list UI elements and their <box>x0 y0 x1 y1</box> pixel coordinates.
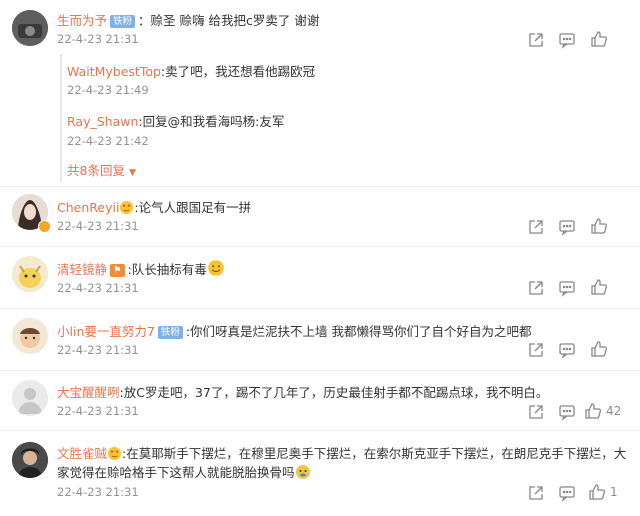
share-icon[interactable] <box>527 218 545 236</box>
share-icon[interactable] <box>527 279 545 297</box>
share-icon[interactable] <box>527 403 545 421</box>
avatar[interactable] <box>12 380 48 416</box>
username[interactable]: 生而为予 <box>57 13 107 28</box>
comment-text: :放C罗走吧，37了，踢不了几年了，历史最佳射手都不配踢点球，我不明白。 <box>119 385 549 400</box>
reply-username[interactable]: WaitMybestTop <box>67 64 161 79</box>
reply-timestamp: 22-4-23 21:42 <box>67 134 149 148</box>
verified-badge-icon <box>38 220 51 233</box>
thumbs-up-icon[interactable] <box>584 402 602 420</box>
username[interactable]: 文胜雀贼 <box>57 446 107 461</box>
like-count: 1 <box>610 485 618 499</box>
avatar[interactable] <box>12 442 48 478</box>
divider <box>0 308 640 309</box>
fan-badge: 铁粉 <box>157 326 183 339</box>
username[interactable]: 大宝醒醒咧 <box>57 385 120 400</box>
comment-text: :你们呀真是烂泥扶不上墙 我都懒得骂你们了自个好自为之吧都 <box>185 324 532 339</box>
thumbs-up-icon[interactable] <box>590 278 608 296</box>
comment-icon[interactable] <box>558 218 576 236</box>
avatar[interactable] <box>12 10 48 46</box>
comment-text: :在莫耶斯手下摆烂，在穆里尼奥手下摆烂，在索尔斯克亚手下摆烂，在朗尼克手下摆烂，… <box>122 446 627 461</box>
comment-line: 文胜雀贼 :在莫耶斯手下摆烂，在穆里尼奥手下摆烂，在索尔斯克亚手下摆烂，在朗尼克手… <box>57 443 626 464</box>
comment-line: 小lin要一直努力7 铁粉:你们呀真是烂泥扶不上墙 我都懒得骂你们了自个好自为之吧… <box>57 321 532 340</box>
reply-line: WaitMybestTop:卖了吧，我还想看他踢欧冠 <box>67 61 315 80</box>
comment-icon[interactable] <box>558 341 576 359</box>
username[interactable]: ChenReyii <box>57 200 119 215</box>
divider <box>0 430 640 431</box>
share-icon[interactable] <box>527 31 545 49</box>
comment-line: ChenReyii :论气人跟国足有一拼 <box>57 197 251 218</box>
smile-emoji-icon <box>207 259 225 280</box>
comment-line: 大宝醒醒咧:放C罗走吧，37了，踢不了几年了，历史最佳射手都不配踢点球，我不明白… <box>57 382 548 401</box>
comment-line: 清轻镜静 ⚑:队长抽标有毒 <box>57 259 225 280</box>
comment-icon[interactable] <box>558 279 576 297</box>
thumbs-up-icon[interactable] <box>590 30 608 48</box>
comment-icon[interactable] <box>558 484 576 502</box>
avatar[interactable] <box>12 256 48 292</box>
timestamp: 22-4-23 21:31 <box>57 404 139 418</box>
comment-icon[interactable] <box>558 403 576 421</box>
thumbs-up-icon[interactable] <box>590 340 608 358</box>
comment-text: :队长抽标有毒 <box>127 262 207 277</box>
more-replies-link[interactable]: 共8条回复 ▼ <box>67 160 136 179</box>
comment-line-continued: 家觉得在赊哈格手下这帮人就能脱胎换骨吗 <box>57 462 311 483</box>
reply-username[interactable]: Ray_Shawn <box>67 114 138 129</box>
more-replies-label: 共8条回复 <box>67 163 125 178</box>
heart-eyes-emoji-icon <box>119 200 134 218</box>
like-count: 42 <box>606 404 622 418</box>
reply-thread-line <box>60 54 62 182</box>
chevron-down-icon: ▼ <box>128 168 136 178</box>
comment-text: :论气人跟国足有一拼 <box>134 200 252 215</box>
timestamp: 22-4-23 21:31 <box>57 485 139 499</box>
doge-emoji-icon <box>295 464 311 483</box>
timestamp: 22-4-23 21:31 <box>57 281 139 295</box>
comment-text: 家觉得在赊哈格手下这帮人就能脱胎换骨吗 <box>57 465 295 480</box>
reply-timestamp: 22-4-23 21:49 <box>67 83 149 97</box>
level-badge: ⚑ <box>110 264 125 277</box>
avatar[interactable] <box>12 318 48 354</box>
fan-badge: 铁粉 <box>110 15 136 28</box>
username[interactable]: 小lin要一直努力7 <box>57 324 155 339</box>
comment-icon[interactable] <box>558 31 576 49</box>
divider <box>0 246 640 247</box>
share-icon[interactable] <box>527 484 545 502</box>
reply-line: Ray_Shawn:回复@和我看海吗杨:友军 <box>67 111 284 130</box>
timestamp: 22-4-23 21:31 <box>57 219 139 233</box>
divider <box>0 370 640 371</box>
divider <box>0 186 640 187</box>
reply-text: :卖了吧，我还想看他踢欧冠 <box>160 64 316 79</box>
share-icon[interactable] <box>527 341 545 359</box>
comment-text: ：赊圣 赊嗨 给我把c罗卖了 谢谢 <box>138 13 320 28</box>
reply-text: :回复@和我看海吗杨:友军 <box>138 114 285 129</box>
timestamp: 22-4-23 21:31 <box>57 32 139 46</box>
comment-line: 生而为予 铁粉 ：赊圣 赊嗨 给我把c罗卖了 谢谢 <box>57 10 319 29</box>
username[interactable]: 清轻镜静 <box>57 262 107 277</box>
thumbs-up-icon[interactable] <box>590 217 608 235</box>
thumbs-up-icon[interactable] <box>588 483 606 501</box>
timestamp: 22-4-23 21:31 <box>57 343 139 357</box>
